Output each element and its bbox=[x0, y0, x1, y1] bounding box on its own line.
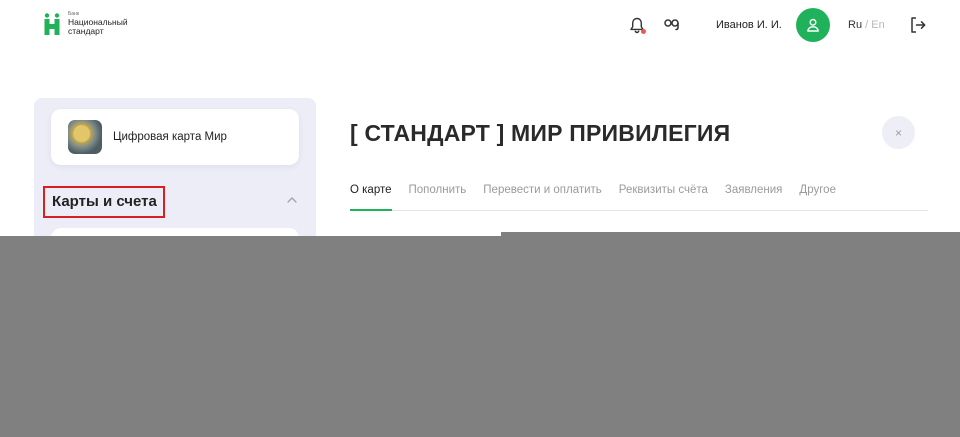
tab-other[interactable]: Другое bbox=[799, 183, 836, 211]
user-icon bbox=[807, 18, 819, 32]
logo-text: Банк Национальный стандарт bbox=[68, 12, 128, 36]
lang-en[interactable]: En bbox=[871, 19, 884, 31]
section-title-cards[interactable]: Карты и счета bbox=[43, 186, 165, 218]
logout-icon bbox=[911, 17, 926, 33]
logo-mark-icon bbox=[44, 13, 60, 35]
redacted-region bbox=[0, 236, 960, 437]
page-title: [ СТАНДАРТ ] МИР ПРИВИЛЕГИЯ bbox=[350, 120, 731, 146]
tab-about-card[interactable]: О карте bbox=[350, 183, 392, 211]
close-button[interactable]: × bbox=[882, 116, 915, 149]
notification-dot bbox=[641, 29, 646, 34]
language-switcher: Ru / En bbox=[848, 19, 885, 31]
digital-card-tile[interactable]: Цифровая карта Мир bbox=[51, 109, 299, 165]
tab-bar: О карте Пополнить Перевести и оплатить Р… bbox=[350, 183, 928, 211]
sidebar: Цифровая карта Мир Карты и счета bbox=[34, 98, 316, 258]
card-title: Цифровая карта Мир bbox=[113, 131, 227, 143]
tab-applications[interactable]: Заявления bbox=[725, 183, 783, 211]
lang-separator: / bbox=[865, 19, 869, 31]
logo-line2: стандарт bbox=[68, 26, 104, 36]
lang-ru[interactable]: Ru bbox=[848, 19, 862, 31]
links-icon bbox=[664, 19, 679, 31]
tab-transfer-pay[interactable]: Перевести и оплатить bbox=[483, 183, 602, 211]
chevron-up-icon[interactable] bbox=[286, 196, 298, 204]
tab-account-details[interactable]: Реквизиты счёта bbox=[619, 183, 708, 211]
links-button[interactable] bbox=[661, 14, 683, 36]
logout-button[interactable] bbox=[907, 14, 929, 36]
notifications-button[interactable] bbox=[626, 14, 648, 36]
header: Банк Национальный стандарт Иванов И. И. … bbox=[0, 0, 960, 52]
close-icon: × bbox=[894, 125, 902, 140]
bank-logo[interactable]: Банк Национальный стандарт bbox=[43, 12, 128, 36]
profile-button[interactable] bbox=[796, 8, 830, 42]
user-name[interactable]: Иванов И. И. bbox=[716, 19, 782, 31]
card-thumbnail bbox=[68, 120, 102, 154]
tab-top-up[interactable]: Пополнить bbox=[409, 183, 467, 211]
